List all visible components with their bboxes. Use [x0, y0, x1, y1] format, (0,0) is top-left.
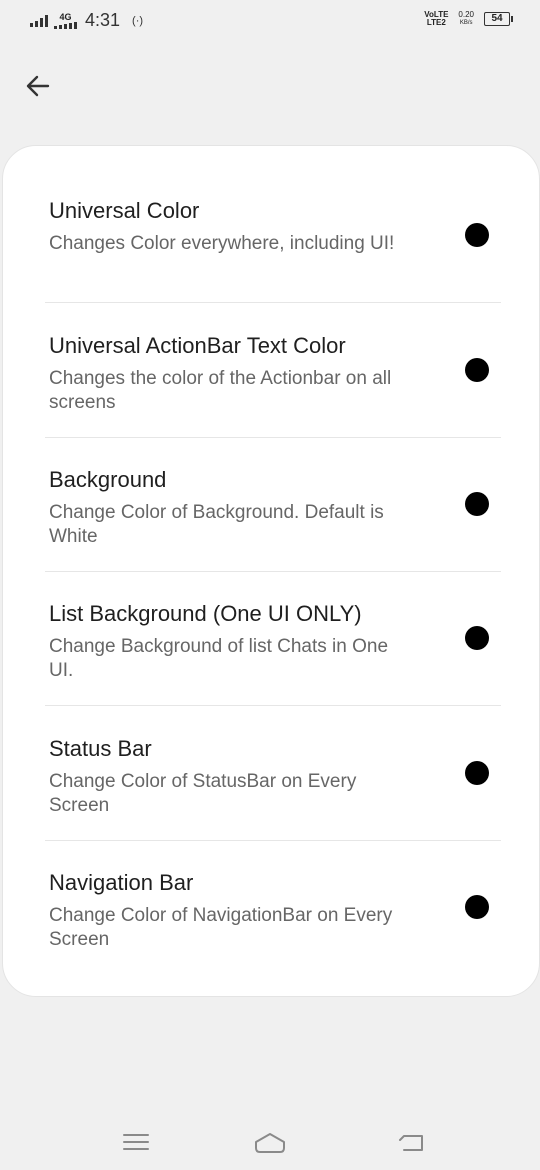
nav-home-button[interactable] — [250, 1122, 290, 1162]
battery-icon: 54 — [484, 12, 513, 26]
color-swatch[interactable] — [465, 895, 489, 919]
setting-title: Status Bar — [49, 736, 152, 761]
back-button[interactable] — [18, 66, 58, 106]
setting-title: Background — [49, 467, 167, 492]
menu-lines-icon — [123, 1134, 149, 1150]
hotspot-icon: (·) — [132, 14, 144, 27]
status-right: VoLTE LTE2 0.20 KB/s 54 — [424, 10, 513, 27]
nav-back-button[interactable] — [392, 1122, 432, 1162]
nav-menu-button[interactable] — [116, 1122, 156, 1162]
setting-title: Universal Color — [49, 198, 200, 223]
arrow-left-icon — [26, 75, 50, 97]
color-swatch[interactable] — [465, 223, 489, 247]
setting-universal-color[interactable]: Universal Color Changes Color everywhere… — [3, 198, 540, 333]
signal-icon — [30, 14, 48, 27]
status-left: 4G 4:31 (·) — [30, 10, 143, 31]
setting-title: Universal ActionBar Text Color — [49, 333, 346, 358]
setting-title: List Background (One UI ONLY) — [49, 601, 362, 626]
color-swatch[interactable] — [465, 492, 489, 516]
divider — [45, 840, 501, 841]
system-nav-bar — [0, 1110, 540, 1170]
color-swatch[interactable] — [465, 626, 489, 650]
network-type: 4G — [54, 12, 77, 29]
color-swatch[interactable] — [465, 358, 489, 382]
setting-subtitle: Changes the color of the Actionbar on al… — [49, 368, 392, 413]
setting-subtitle: Change Color of NavigationBar on Every S… — [49, 905, 393, 950]
setting-subtitle: Change Color of Background. Default is W… — [49, 502, 384, 547]
divider — [45, 302, 501, 303]
setting-subtitle: Change Background of list Chats in One U… — [49, 636, 389, 681]
home-icon — [255, 1133, 285, 1153]
return-icon — [399, 1135, 423, 1151]
clock: 4:31 — [85, 10, 121, 30]
setting-title: Navigation Bar — [49, 870, 194, 895]
divider — [45, 571, 501, 572]
setting-status-bar[interactable]: Status Bar Change Color of StatusBar on … — [3, 736, 540, 871]
volte-indicator: VoLTE LTE2 — [424, 10, 449, 27]
network-speed: 0.20 KB/s — [458, 10, 474, 27]
color-swatch[interactable] — [465, 761, 489, 785]
divider — [45, 437, 501, 438]
setting-subtitle: Change Color of StatusBar on Every Scree… — [49, 771, 357, 816]
setting-subtitle: Changes Color everywhere, including UI! — [49, 233, 395, 254]
setting-list-background[interactable]: List Background (One UI ONLY) Change Bac… — [3, 601, 540, 736]
settings-card: Universal Color Changes Color everywhere… — [2, 145, 540, 997]
status-bar: 4G 4:31 (·) VoLTE LTE2 0.20 KB/s 54 — [0, 0, 540, 44]
setting-actionbar-text-color[interactable]: Universal ActionBar Text Color Changes t… — [3, 333, 540, 468]
setting-navigation-bar[interactable]: Navigation Bar Change Color of Navigatio… — [3, 870, 540, 1005]
setting-background[interactable]: Background Change Color of Background. D… — [3, 467, 540, 602]
signal-icon-2 — [54, 21, 77, 29]
divider — [45, 705, 501, 706]
